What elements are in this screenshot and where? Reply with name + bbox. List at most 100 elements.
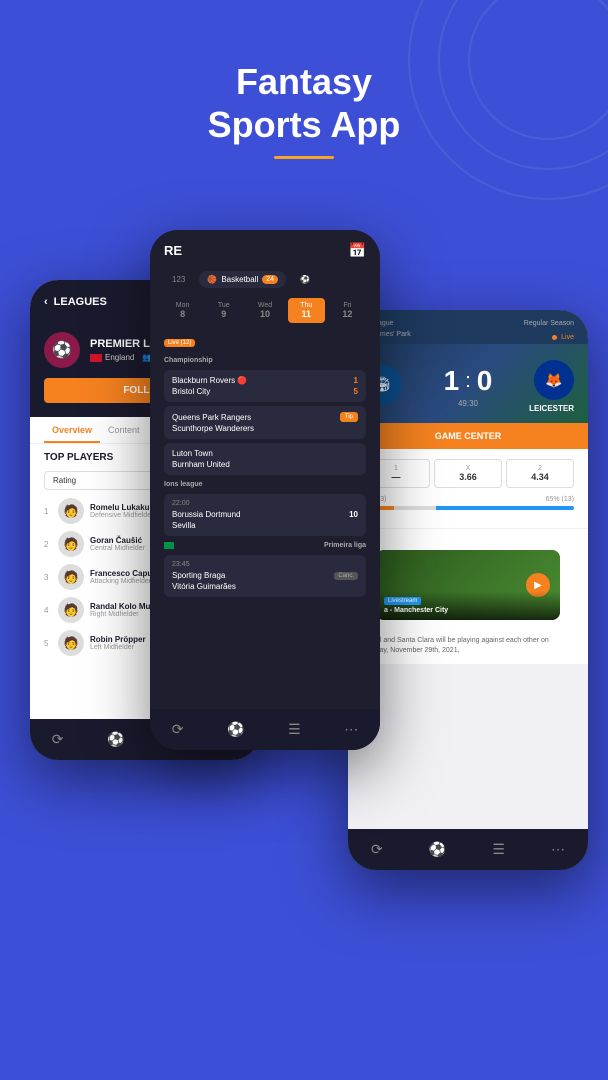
player-rank: 4 bbox=[44, 606, 52, 615]
sport-tabs: 123 🏀 Basketball 24 ⚽ bbox=[150, 267, 380, 292]
phone-schedule: RE 📅 123 🏀 Basketball 24 ⚽ bbox=[150, 230, 380, 750]
nav-ball-icon[interactable]: ⚽ bbox=[103, 727, 128, 752]
match-item[interactable]: Luton Town Burnham United bbox=[164, 443, 366, 475]
league-name: Championship bbox=[164, 357, 213, 364]
nav-home-icon[interactable]: ⟳ bbox=[168, 717, 188, 742]
match-item[interactable]: 22:00 Borussia Dortmund 10 Sevilla bbox=[164, 494, 366, 536]
league-country: England bbox=[90, 353, 134, 362]
match-detail-header: ar League Regular Season St. James' Park… bbox=[348, 310, 588, 344]
nav-menu-icon[interactable]: ☰ bbox=[284, 717, 305, 742]
league-header: Primeira liga bbox=[164, 540, 366, 551]
team-name: Vitória Guimarães bbox=[172, 582, 236, 591]
away-score: 0 bbox=[477, 365, 493, 397]
title-underline bbox=[274, 156, 334, 159]
basketball-badge: 24 bbox=[262, 275, 278, 284]
schedule-bottom-nav: ⟳ ⚽ ☰ ⋯ bbox=[150, 709, 380, 750]
team-name: Bristol City bbox=[172, 387, 210, 396]
day-thu[interactable]: Thu 11 bbox=[288, 298, 325, 323]
league-name: Ions league bbox=[164, 481, 203, 488]
day-mon[interactable]: Mon 8 bbox=[164, 298, 201, 323]
match-item[interactable]: Blackburn Rovers 🔴 1 Bristol City 5 bbox=[164, 370, 366, 402]
player-avatar: 🧑 bbox=[58, 564, 84, 590]
basketball-label: Basketball bbox=[221, 275, 258, 284]
match-item[interactable]: Queens Park Rangers Tip Scunthorpe Wande… bbox=[164, 406, 366, 439]
player-rank: 3 bbox=[44, 573, 52, 582]
player-rank: 5 bbox=[44, 639, 52, 648]
page-title: Fantasy Sports App bbox=[0, 60, 608, 146]
premier-league-logo: ⚽ bbox=[44, 332, 80, 368]
odd-away[interactable]: 2 4.34 bbox=[506, 459, 574, 488]
calendar-icon[interactable]: 📅 bbox=[349, 242, 366, 259]
tab-overview[interactable]: Overview bbox=[44, 417, 100, 443]
live-badge: Live (12) bbox=[164, 339, 195, 347]
match-time: 22:00 bbox=[172, 500, 358, 507]
schedule-title: RE bbox=[164, 243, 182, 258]
away-probability bbox=[436, 506, 574, 510]
league-header: Championship bbox=[164, 355, 366, 366]
odds-bar-section: 15% (3) 65% (13) bbox=[362, 488, 574, 518]
odds-probability-bar bbox=[362, 506, 574, 510]
video-title: a - Manchester City bbox=[384, 607, 552, 614]
day-wed[interactable]: Wed 10 bbox=[246, 298, 283, 323]
match-score: 5 bbox=[354, 387, 358, 396]
away-pct-label: 65% (13) bbox=[546, 496, 574, 503]
match-time: 23:45 bbox=[172, 561, 358, 568]
match-description: Estoril and Santa Clara will be playing … bbox=[348, 628, 588, 664]
away-team-logo: 🦊 bbox=[534, 360, 574, 400]
back-arrow-icon: ‹ bbox=[44, 296, 48, 308]
sport-tab-basketball[interactable]: 🏀 Basketball 24 bbox=[199, 271, 286, 288]
player-avatar: 🧑 bbox=[58, 597, 84, 623]
day-fri[interactable]: Fri 12 bbox=[329, 298, 366, 323]
game-center-button[interactable]: GAME CENTER bbox=[348, 423, 588, 449]
nav-menu-icon[interactable]: ☰ bbox=[488, 837, 509, 862]
team-name: Sevilla bbox=[172, 521, 196, 530]
day-tabs: Mon 8 Tue 9 Wed 10 Thu 11 Fri 12 bbox=[150, 292, 380, 329]
odd-away-value: 4.34 bbox=[511, 472, 569, 482]
sport-tab-other[interactable]: ⚽ bbox=[292, 271, 318, 288]
tip-button[interactable]: Tip bbox=[340, 412, 358, 422]
h2h-section: EAM ▶ Livestream a - Manchester City bbox=[348, 528, 588, 628]
schedule-header: RE 📅 bbox=[150, 230, 380, 267]
video-thumbnail[interactable]: ▶ Livestream a - Manchester City bbox=[376, 550, 560, 620]
nav-ball-icon[interactable]: ⚽ bbox=[223, 717, 248, 742]
odds-section: 1 — X 3.66 2 4.34 15% (3) 65% (1 bbox=[348, 449, 588, 528]
live-indicator: Live bbox=[552, 334, 574, 341]
phones-container: ‹ LEAGUES ⋯ ⚽ PREMIER LEAGUE England bbox=[0, 230, 608, 1050]
player-avatar: 🧑 bbox=[58, 498, 84, 524]
odd-draw-value: 3.66 bbox=[439, 472, 497, 482]
live-dot bbox=[552, 335, 557, 340]
tab-content[interactable]: Content bbox=[100, 417, 148, 443]
live-text: Live bbox=[561, 334, 574, 341]
nav-ball-icon[interactable]: ⚽ bbox=[425, 837, 450, 862]
match-time-display: 49:30 bbox=[458, 399, 478, 408]
score-display: 🏟 1 : 0 49:30 🦊 LEICESTER bbox=[348, 344, 588, 423]
team-name: Scunthorpe Wanderers bbox=[172, 424, 254, 433]
player-rank: 1 bbox=[44, 507, 52, 516]
h2h-title: EAM bbox=[362, 535, 574, 544]
team-name: Sporting Braga bbox=[172, 571, 225, 580]
right-bottom-nav: ⟳ ⚽ ☰ ⋯ bbox=[348, 829, 588, 870]
leagues-title: LEAGUES bbox=[54, 296, 107, 308]
other-sport-icon: ⚽ bbox=[300, 275, 310, 284]
score-center: 1 : 0 49:30 bbox=[444, 365, 493, 408]
team-name: Burnham United bbox=[172, 460, 230, 469]
back-button[interactable]: ‹ LEAGUES bbox=[44, 296, 107, 308]
match-item[interactable]: 23:45 Sporting Braga Canc. Vitória Guima… bbox=[164, 555, 366, 597]
cancelled-badge: Canc. bbox=[334, 572, 358, 580]
match-desc-text: Estoril and Santa Clara will be playing … bbox=[362, 636, 574, 656]
odd-away-label: 2 bbox=[511, 465, 569, 472]
match-list: Championship Blackburn Rovers 🔴 1 Bristo… bbox=[150, 351, 380, 605]
nav-more-icon[interactable]: ⋯ bbox=[547, 837, 569, 862]
basketball-icon: 🏀 bbox=[207, 275, 217, 284]
away-team-name: LEICESTER bbox=[529, 404, 574, 413]
match-season: Regular Season bbox=[524, 320, 574, 327]
score-separator: : bbox=[465, 370, 471, 393]
nav-more-icon[interactable]: ⋯ bbox=[340, 717, 362, 742]
nav-home-icon[interactable]: ⟳ bbox=[48, 727, 68, 752]
nav-home-icon[interactable]: ⟳ bbox=[367, 837, 387, 862]
odd-draw[interactable]: X 3.66 bbox=[434, 459, 502, 488]
draw-probability bbox=[394, 506, 436, 510]
day-tue[interactable]: Tue 9 bbox=[205, 298, 242, 323]
sport-tab-soccer[interactable]: 123 bbox=[164, 271, 193, 288]
phone-match: ar League Regular Season St. James' Park… bbox=[348, 310, 588, 870]
